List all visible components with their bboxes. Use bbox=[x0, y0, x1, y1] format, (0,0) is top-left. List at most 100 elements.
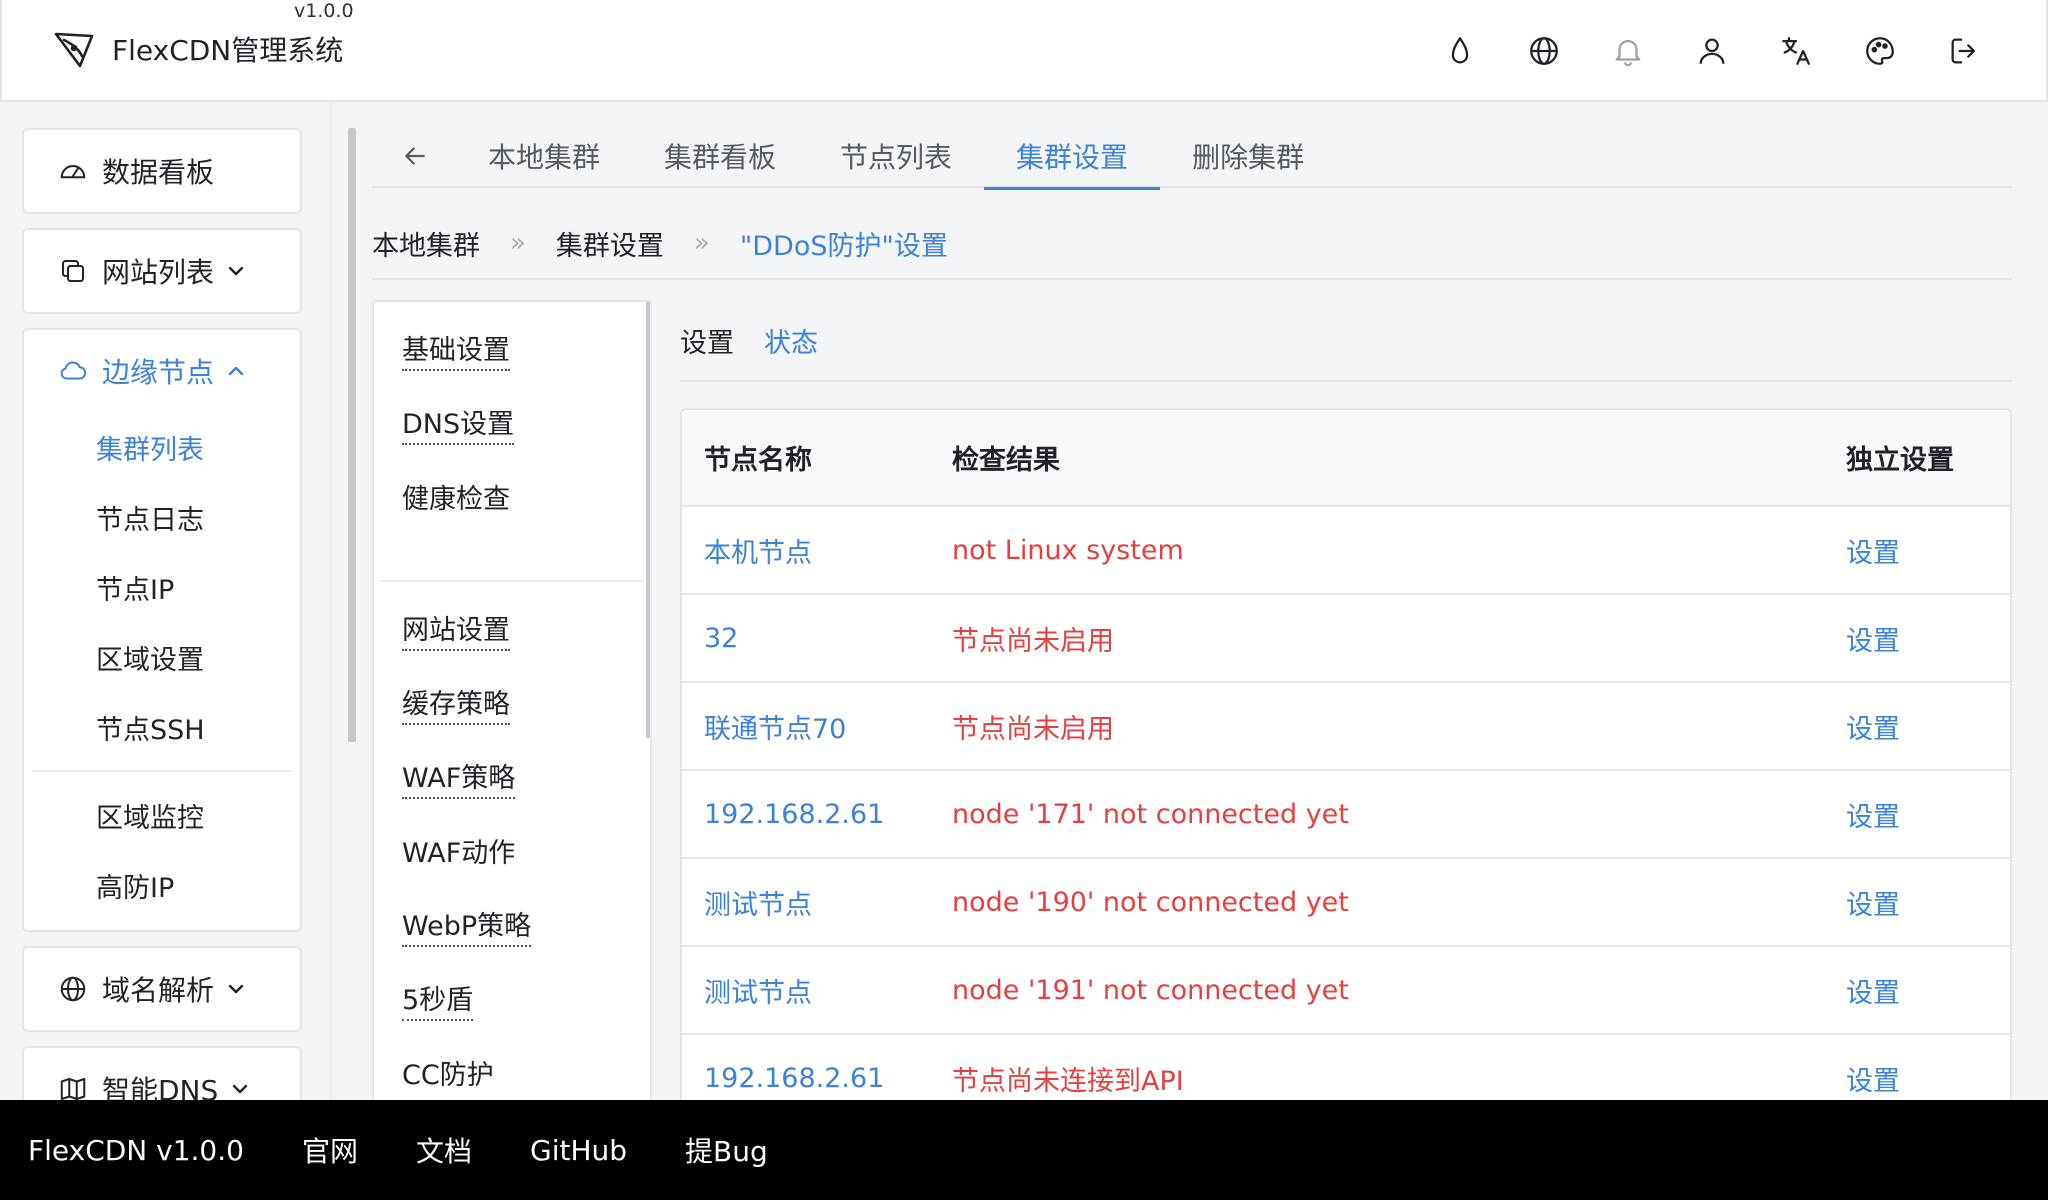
globe-icon[interactable] bbox=[1502, 28, 1586, 74]
main-content: 本地集群 集群看板 节点列表 集群设置 删除集群 本地集群 » 集群设置 » "… bbox=[372, 102, 2012, 1125]
footer-link-github[interactable]: GitHub bbox=[530, 1134, 627, 1167]
subtab-settings[interactable]: 设置 bbox=[680, 321, 734, 360]
table-row: 32 节点尚未启用 设置 bbox=[682, 594, 2010, 683]
sidebar-label: 边缘节点 bbox=[102, 356, 215, 389]
breadcrumb-local-cluster[interactable]: 本地集群 bbox=[372, 224, 480, 263]
breadcrumb-separator: » bbox=[510, 228, 526, 258]
translate-icon[interactable] bbox=[1754, 28, 1838, 74]
sidebar-subitem-region-monitor[interactable]: 区域监控 bbox=[24, 780, 300, 850]
table-header-row: 节点名称 检查结果 独立设置 bbox=[682, 410, 2010, 507]
breadcrumb-cluster-settings[interactable]: 集群设置 bbox=[556, 224, 664, 263]
ddos-settings-panel: 设置 状态 节点名称 检查结果 独立设置 本机节点 not Linux syst… bbox=[680, 300, 2012, 1125]
sidebar-subitem-node-ssh[interactable]: 节点SSH bbox=[24, 692, 300, 762]
sidebar-item-edge-nodes: 边缘节点 集群列表 节点日志 节点IP 区域设置 节点SSH 区域监控 高防IP bbox=[22, 328, 302, 932]
menu-item-5s-shield[interactable]: 5秒盾 bbox=[374, 966, 650, 1040]
sidebar-divider bbox=[330, 102, 332, 1100]
menu-item-cc-protection[interactable]: CC防护 bbox=[374, 1040, 650, 1100]
drop-icon[interactable] bbox=[1418, 28, 1502, 74]
breadcrumb: 本地集群 » 集群设置 » "DDoS防护"设置 bbox=[372, 208, 2012, 280]
breadcrumb-current: "DDoS防护"设置 bbox=[739, 230, 948, 262]
tab-local-cluster[interactable]: 本地集群 bbox=[456, 124, 632, 188]
node-name-link[interactable]: 32 bbox=[682, 594, 930, 683]
node-name-link[interactable]: 192.168.2.61 bbox=[682, 770, 930, 859]
sidebar-item-websites[interactable]: 网站列表 bbox=[22, 228, 302, 314]
sidebar-label: 数据看板 bbox=[102, 156, 215, 189]
top-header: FlexCDN管理系统 v1.0.0 bbox=[0, 0, 2048, 102]
footer-link-docs[interactable]: 文档 bbox=[416, 1130, 472, 1170]
node-name-link[interactable]: 测试节点 bbox=[682, 946, 930, 1035]
menu-item-webp-policy[interactable]: WebP策略 bbox=[374, 892, 650, 966]
menu-item-label: 缓存策略 bbox=[402, 689, 510, 726]
chevron-down-icon bbox=[228, 984, 244, 994]
menu-item-website-settings[interactable]: 网站设置 bbox=[374, 596, 650, 670]
menu-item-dns-settings[interactable]: DNS设置 bbox=[374, 390, 650, 464]
sidebar-item-smart-dns[interactable]: 智能DNS bbox=[22, 1046, 302, 1100]
gauge-icon bbox=[60, 165, 86, 179]
sidebar-item-dashboard[interactable]: 数据看板 bbox=[22, 128, 302, 214]
sidebar-subitem-node-logs[interactable]: 节点日志 bbox=[24, 482, 300, 552]
check-result: 节点尚未启用 bbox=[930, 594, 1824, 683]
sidebar: 数据看板 网站列表 边缘节点 集群列表 节点日志 节点IP 区域设置 节点SSH… bbox=[22, 128, 302, 1100]
node-settings-link[interactable]: 设置 bbox=[1824, 946, 2010, 1035]
menu-item-label: 网站设置 bbox=[402, 615, 510, 652]
node-settings-link[interactable]: 设置 bbox=[1824, 682, 2010, 771]
menu-item-label: DNS设置 bbox=[402, 409, 515, 446]
palette-icon[interactable] bbox=[1838, 28, 1922, 74]
brand[interactable]: FlexCDN管理系统 bbox=[52, 26, 343, 72]
node-name-link[interactable]: 本机节点 bbox=[682, 506, 930, 595]
footer-link-site[interactable]: 官网 bbox=[302, 1130, 358, 1170]
bell-icon[interactable] bbox=[1586, 28, 1670, 74]
arrow-left-icon bbox=[405, 147, 425, 165]
chevron-up-icon bbox=[228, 366, 244, 376]
sidebar-scrollbar[interactable] bbox=[348, 128, 356, 742]
table-row: 测试节点 node '191' not connected yet 设置 bbox=[682, 946, 2010, 1035]
node-name-link[interactable]: 联通节点70 bbox=[682, 682, 930, 771]
logo-icon bbox=[54, 32, 94, 68]
menu-item-label: 健康检查 bbox=[402, 483, 510, 515]
back-button[interactable] bbox=[372, 124, 456, 188]
table-row: 192.168.2.61 node '171' not connected ye… bbox=[682, 770, 2010, 859]
menu-item-waf-action[interactable]: WAF动作 bbox=[374, 818, 650, 892]
node-settings-link[interactable]: 设置 bbox=[1824, 770, 2010, 859]
menu-item-cache-policy[interactable]: 缓存策略 bbox=[374, 670, 650, 744]
sidebar-item-dns[interactable]: 域名解析 bbox=[22, 946, 302, 1032]
sidebar-subitem-region-settings[interactable]: 区域设置 bbox=[24, 622, 300, 692]
node-check-table: 节点名称 检查结果 独立设置 本机节点 not Linux system 设置 … bbox=[680, 408, 2012, 1125]
breadcrumb-separator: » bbox=[693, 228, 710, 258]
node-settings-link[interactable]: 设置 bbox=[1824, 506, 2010, 595]
globe-icon bbox=[60, 976, 86, 1002]
tab-cluster-settings[interactable]: 集群设置 bbox=[984, 124, 1161, 190]
menu-item-label: CC防护 bbox=[402, 1059, 494, 1091]
sidebar-subitem-anti-ddos-ip[interactable]: 高防IP bbox=[24, 850, 300, 920]
subtab-status[interactable]: 状态 bbox=[764, 321, 818, 360]
menu-item-waf-policy[interactable]: WAF策略 bbox=[374, 744, 650, 818]
submenu-divider bbox=[32, 770, 292, 772]
tab-delete-cluster[interactable]: 删除集群 bbox=[1160, 124, 1336, 188]
node-name-link[interactable]: 测试节点 bbox=[682, 858, 930, 947]
logout-icon[interactable] bbox=[1922, 28, 2006, 74]
menu-item-health-check[interactable]: 健康检查 bbox=[374, 464, 650, 538]
table-row: 测试节点 node '190' not connected yet 设置 bbox=[682, 858, 2010, 947]
user-icon[interactable] bbox=[1670, 28, 1754, 74]
settings-menu-scrollbar[interactable] bbox=[646, 302, 650, 738]
menu-item-label: 5秒盾 bbox=[402, 985, 474, 1022]
cloud-icon bbox=[60, 361, 87, 380]
sidebar-subitem-node-ip[interactable]: 节点IP bbox=[24, 552, 300, 622]
column-header-node-name: 节点名称 bbox=[682, 410, 930, 507]
map-icon bbox=[60, 1078, 86, 1100]
tab-node-list[interactable]: 节点列表 bbox=[808, 124, 984, 188]
tab-cluster-dashboard[interactable]: 集群看板 bbox=[632, 124, 808, 188]
footer-link-report-bug[interactable]: 提Bug bbox=[685, 1130, 768, 1170]
menu-item-basic-settings[interactable]: 基础设置 bbox=[374, 316, 650, 390]
footer-version: FlexCDN v1.0.0 bbox=[28, 1133, 244, 1167]
sidebar-subitem-cluster-list[interactable]: 集群列表 bbox=[24, 412, 300, 482]
copy-icon bbox=[62, 260, 84, 282]
sidebar-edge-nodes-toggle[interactable]: 边缘节点 bbox=[24, 330, 300, 412]
app-version: v1.0.0 bbox=[294, 0, 354, 22]
node-settings-link[interactable]: 设置 bbox=[1824, 594, 2010, 683]
chevron-down-icon bbox=[233, 1084, 248, 1094]
node-settings-link[interactable]: 设置 bbox=[1824, 858, 2010, 947]
sidebar-label: 域名解析 bbox=[102, 974, 215, 1007]
subtabs: 设置 状态 bbox=[680, 300, 2012, 382]
column-header-check-result: 检查结果 bbox=[930, 410, 1824, 507]
